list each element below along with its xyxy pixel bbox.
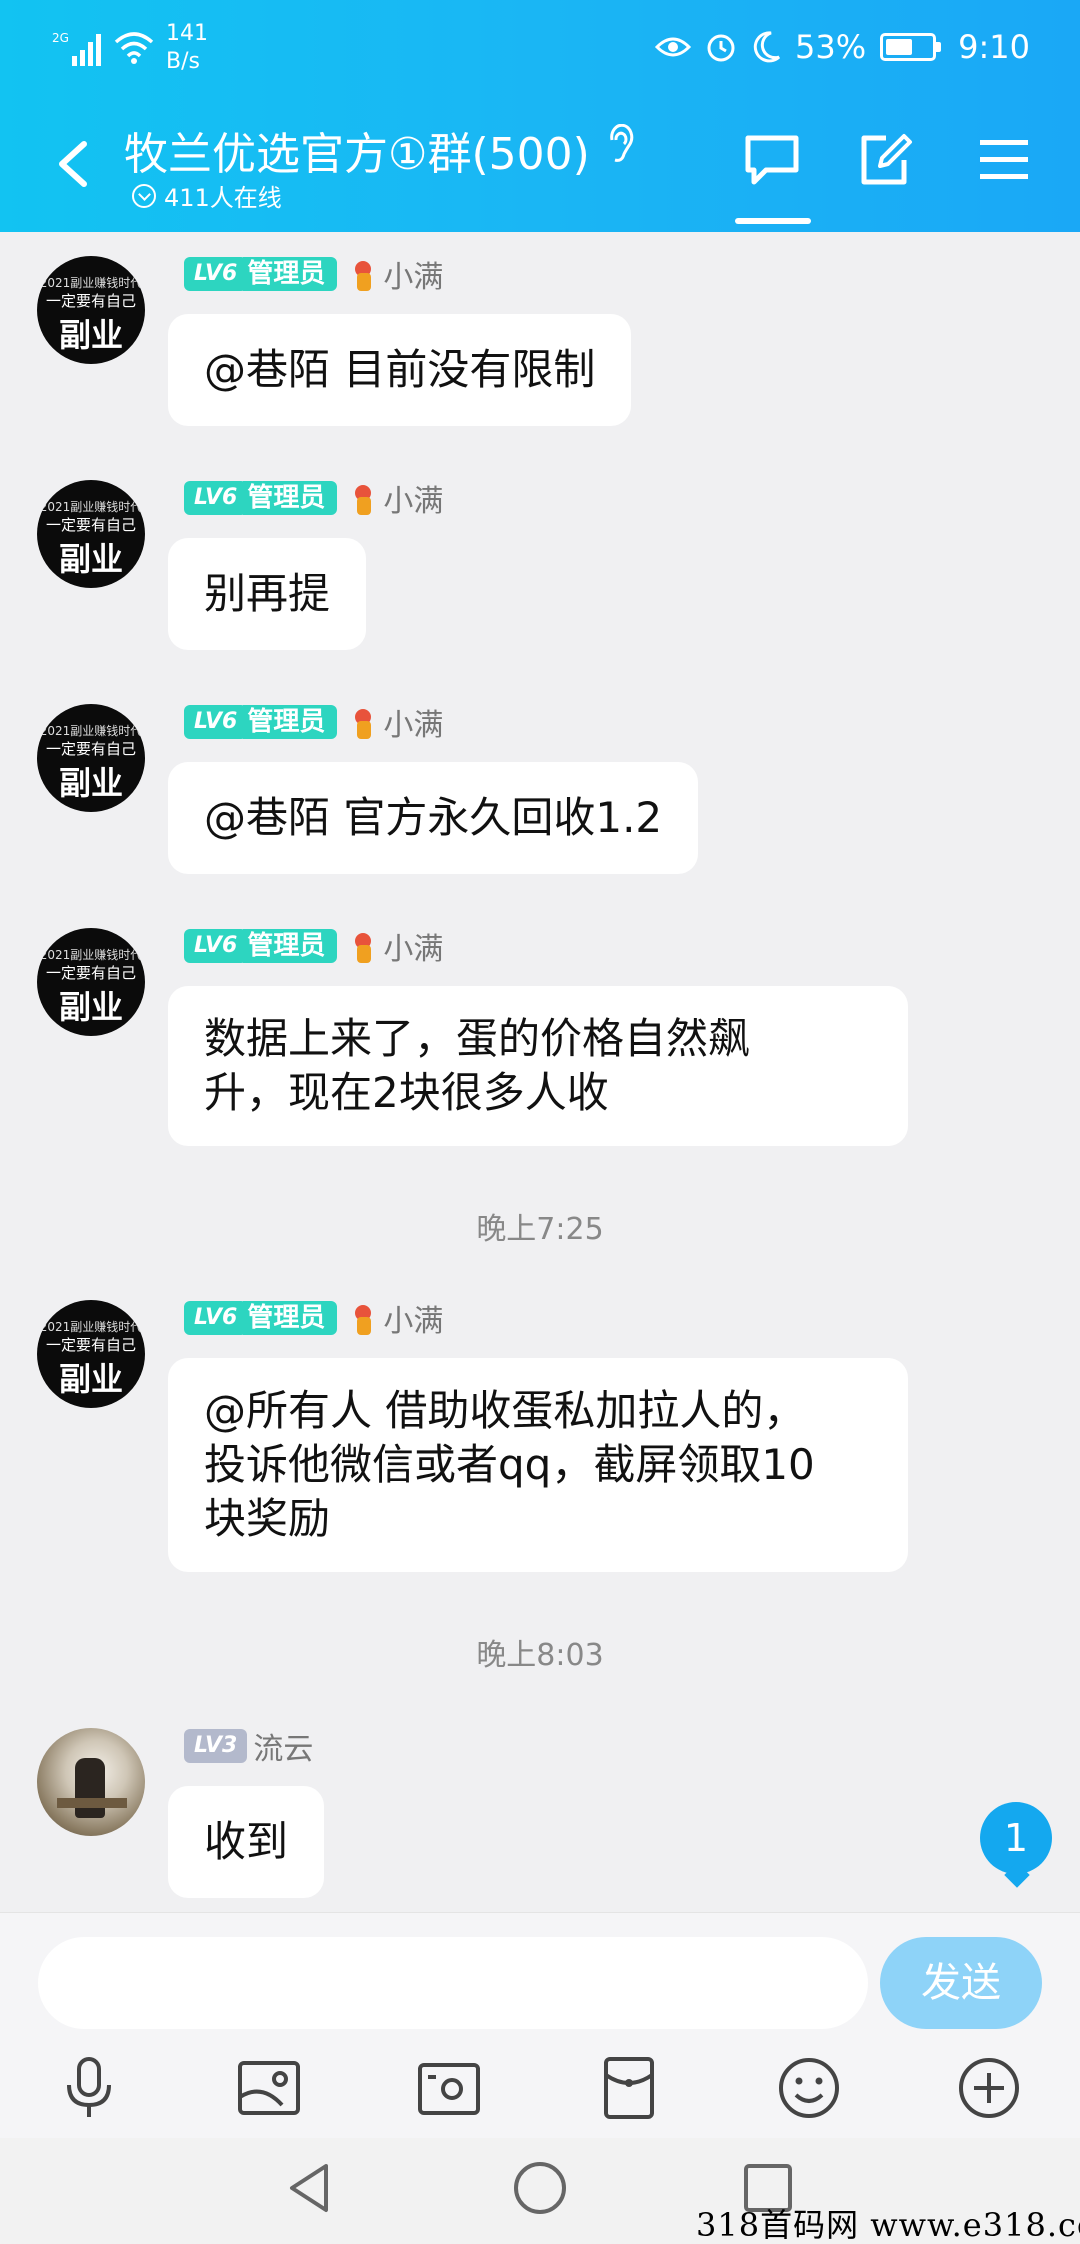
watermark: 318首码网 www.e318.com: [696, 2206, 1080, 2244]
menu-icon[interactable]: [974, 130, 1034, 190]
dancer-icon: [349, 1301, 377, 1335]
online-count: 411人在线: [164, 184, 282, 212]
microphone-icon[interactable]: [54, 2053, 124, 2123]
sender-meta: LV6 管理员 小满: [184, 700, 443, 744]
emoji-icon[interactable]: [774, 2053, 844, 2123]
dancer-icon: [349, 705, 377, 739]
chevron-down-icon: [132, 183, 156, 208]
edit-icon[interactable]: [856, 130, 916, 190]
level-badge: LV3: [184, 1729, 248, 1763]
level-badge: LV6: [184, 929, 248, 963]
status-bar: 2G 141 B/s 53% 9:10: [0, 0, 1080, 100]
role-badge: 管理员: [243, 1301, 338, 1335]
sender-name[interactable]: 小满: [383, 700, 443, 744]
sender-name[interactable]: 小满: [383, 252, 443, 296]
network-speed: 141 B/s: [166, 21, 208, 74]
moon-icon: [753, 31, 781, 63]
tab-indicator: [735, 218, 811, 224]
sender-meta: LV3 流云: [184, 1724, 313, 1768]
timestamp: 晚上7:25: [476, 1212, 604, 1247]
sender-meta: LV6 管理员 小满: [184, 252, 443, 296]
message-input[interactable]: [38, 1937, 868, 2029]
battery-percent: 53%: [795, 28, 867, 66]
avatar[interactable]: 2021副业赚钱时代 一定要有自己 副业: [37, 1300, 145, 1408]
sender-name[interactable]: 小满: [383, 924, 443, 968]
back-icon[interactable]: [52, 140, 96, 188]
ear-icon[interactable]: [604, 124, 638, 166]
clock: 9:10: [958, 28, 1030, 66]
message-bubble[interactable]: @所有人 借助收蛋私加拉人的， 投诉他微信或者qq，截屏领取10 块奖励: [168, 1358, 908, 1572]
message-bubble[interactable]: 别再提: [168, 538, 367, 650]
red-packet-icon[interactable]: [594, 2053, 664, 2123]
online-status[interactable]: 411人在线: [132, 178, 282, 213]
message-bubble[interactable]: 数据上来了，蛋的价格自然飙 升，现在2块很多人收: [168, 986, 908, 1146]
sender-meta: LV6 管理员 小满: [184, 924, 443, 968]
chat-icon[interactable]: [742, 130, 802, 190]
signal-icon: 2G: [52, 31, 101, 66]
camera-icon[interactable]: [414, 2053, 484, 2123]
nav-back-icon[interactable]: [280, 2158, 340, 2218]
sender-meta: LV6 管理员 小满: [184, 476, 443, 520]
group-title[interactable]: 牧兰优选官方①群(500): [124, 118, 590, 182]
message-bubble[interactable]: 收到: [168, 1786, 325, 1898]
role-badge: 管理员: [243, 705, 338, 739]
role-badge: 管理员: [243, 481, 338, 515]
sender-meta: LV6 管理员 小满: [184, 1296, 443, 1340]
message-bubble[interactable]: @巷陌 官方永久回收1.2: [168, 762, 699, 874]
alarm-icon: [707, 34, 735, 62]
nav-home-icon[interactable]: [510, 2158, 570, 2218]
role-badge: 管理员: [243, 929, 338, 963]
svg-text:2G: 2G: [52, 31, 69, 45]
dancer-icon: [349, 257, 377, 291]
level-badge: LV6: [184, 1301, 248, 1335]
avatar[interactable]: 2021副业赚钱时代 一定要有自己 副业: [37, 928, 145, 1036]
message-bubble[interactable]: @巷陌 目前没有限制: [168, 314, 632, 426]
sender-name[interactable]: 小满: [383, 476, 443, 520]
plus-icon[interactable]: [954, 2053, 1024, 2123]
composer: 发送: [0, 1912, 1080, 2138]
image-icon[interactable]: [234, 2053, 304, 2123]
avatar[interactable]: 2021副业赚钱时代 一定要有自己 副业: [37, 480, 145, 588]
unread-badge[interactable]: 1: [980, 1802, 1052, 1874]
dancer-icon: [349, 481, 377, 515]
eye-icon: [655, 37, 692, 57]
battery-icon: [880, 33, 942, 61]
send-button[interactable]: 发送: [880, 1937, 1042, 2029]
dancer-icon: [349, 929, 377, 963]
avatar[interactable]: 2021副业赚钱时代 一定要有自己 副业: [37, 704, 145, 812]
avatar[interactable]: 2021副业赚钱时代 一定要有自己 副业: [37, 256, 145, 364]
timestamp: 晚上8:03: [476, 1638, 604, 1673]
level-badge: LV6: [184, 257, 248, 291]
wifi-icon: [114, 32, 154, 64]
status-right: 53% 9:10: [655, 28, 1030, 66]
top-bar: 2G 141 B/s 53% 9:10 牧兰优选官方①群(500) 411人在线: [0, 0, 1080, 232]
sender-name[interactable]: 小满: [383, 1296, 443, 1340]
sender-name[interactable]: 流云: [253, 1724, 313, 1768]
level-badge: LV6: [184, 705, 248, 739]
avatar[interactable]: [37, 1728, 145, 1836]
level-badge: LV6: [184, 481, 248, 515]
role-badge: 管理员: [243, 257, 338, 291]
